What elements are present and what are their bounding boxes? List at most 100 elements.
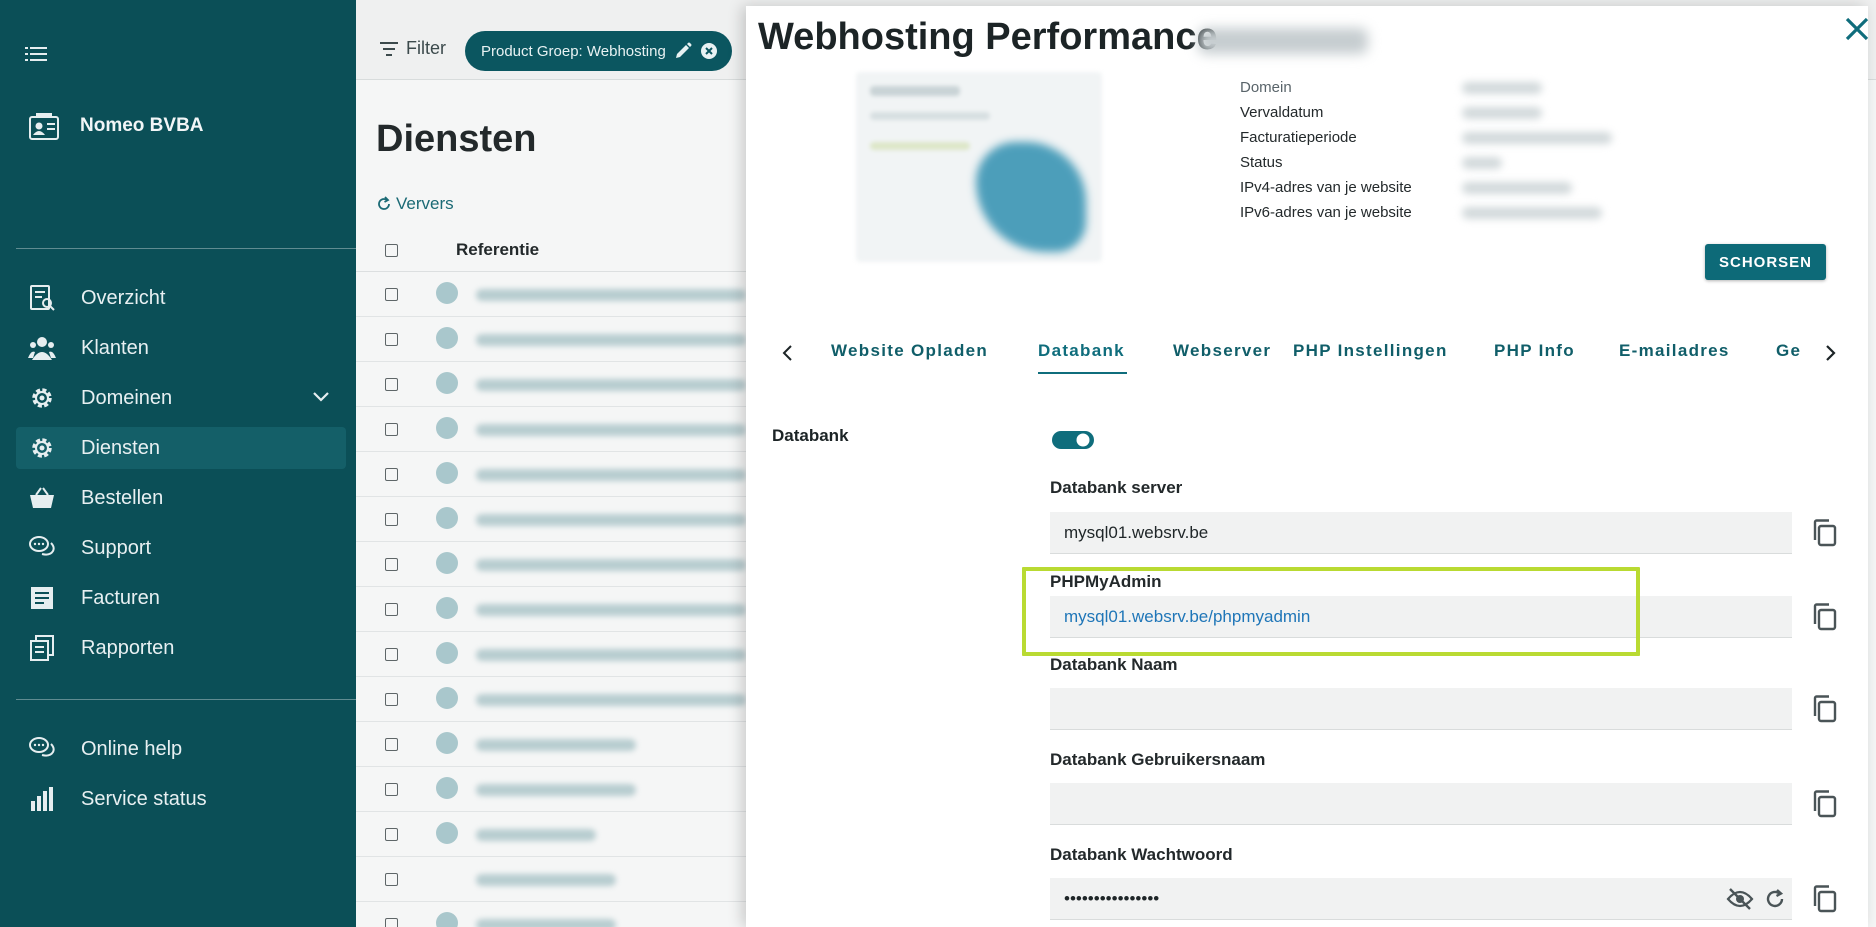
sidebar-item-facturen[interactable]: Facturen <box>16 577 346 619</box>
table-row[interactable] <box>356 587 756 632</box>
page-title: Diensten <box>376 118 537 160</box>
row-checkbox[interactable] <box>385 648 398 661</box>
sidebar-item-klanten[interactable]: Klanten <box>16 327 346 369</box>
redacted-value <box>1462 207 1602 219</box>
tab-webserver[interactable]: Webserver <box>1173 341 1271 361</box>
sidebar-item-label: Service status <box>81 787 207 810</box>
tab-php-info[interactable]: PHP Info <box>1494 341 1575 361</box>
gear-icon <box>32 438 52 458</box>
row-checkbox[interactable] <box>385 603 398 616</box>
redacted-value <box>1462 132 1612 144</box>
refresh-button[interactable]: Ververs <box>376 194 454 214</box>
tab-php-instellingen[interactable]: PHP Instellingen <box>1293 341 1448 361</box>
copy-icon[interactable] <box>1810 518 1840 548</box>
database-username-field[interactable] <box>1050 783 1792 825</box>
copy-icon[interactable] <box>1810 884 1840 914</box>
table-row[interactable] <box>356 767 756 812</box>
filter-button[interactable]: Filter <box>380 38 446 59</box>
table-row[interactable] <box>356 272 756 317</box>
table-row[interactable] <box>356 362 756 407</box>
row-checkbox[interactable] <box>385 333 398 346</box>
sidebar-item-domeinen[interactable]: Domeinen <box>16 377 346 419</box>
redacted-value <box>1462 182 1572 194</box>
eye-off-icon[interactable] <box>1726 887 1754 911</box>
table-row[interactable] <box>356 902 756 927</box>
sidebar-item-rapporten[interactable]: Rapporten <box>16 627 346 669</box>
thumb-map <box>976 142 1086 252</box>
table-row[interactable] <box>356 722 756 767</box>
table-row[interactable] <box>356 677 756 722</box>
row-checkbox[interactable] <box>385 738 398 751</box>
filter-chip[interactable]: Product Groep: Webhosting <box>465 31 732 71</box>
redacted-reference <box>476 919 616 927</box>
pencil-icon[interactable] <box>674 42 692 60</box>
company-switcher[interactable]: Nomeo BVBA <box>28 113 204 141</box>
service-icon <box>436 822 458 844</box>
sidebar-item-diensten[interactable]: Diensten <box>16 427 346 469</box>
suspend-button[interactable]: SCHORSEN <box>1705 244 1826 280</box>
sidebar-item-overzicht[interactable]: Overzicht <box>16 277 346 319</box>
table-row[interactable] <box>356 857 756 902</box>
sidebar-divider <box>16 699 356 700</box>
tab-ge[interactable]: Ge <box>1776 341 1801 361</box>
service-info: Domein Vervaldatum Facturatieperiode Sta… <box>1240 75 1612 225</box>
sidebar-item-online-help[interactable]: Online help <box>16 728 346 770</box>
gear-icon <box>32 388 52 408</box>
database-name-field[interactable] <box>1050 688 1792 730</box>
service-icon <box>436 282 458 304</box>
copy-icon[interactable] <box>1810 694 1840 724</box>
table-row[interactable] <box>356 497 756 542</box>
row-checkbox[interactable] <box>385 288 398 301</box>
redacted-reference <box>476 514 746 526</box>
company-name: Nomeo BVBA <box>80 115 204 136</box>
row-checkbox[interactable] <box>385 423 398 436</box>
close-icon[interactable] <box>1844 16 1870 42</box>
table-row[interactable] <box>356 632 756 677</box>
filter-chip-label: Product Groep: Webhosting <box>481 42 666 60</box>
table-row[interactable] <box>356 542 756 587</box>
database-password-field[interactable]: •••••••••••••••• <box>1050 878 1792 920</box>
row-checkbox[interactable] <box>385 378 398 391</box>
table-row[interactable] <box>356 317 756 362</box>
row-checkbox[interactable] <box>385 873 398 886</box>
sidebar-item-label: Diensten <box>81 436 160 459</box>
row-checkbox[interactable] <box>385 783 398 796</box>
redacted-value <box>1462 107 1542 119</box>
copy-icon[interactable] <box>1810 602 1840 632</box>
section-label-databank: Databank <box>772 426 849 445</box>
row-checkbox[interactable] <box>385 513 398 526</box>
table-row[interactable] <box>356 407 756 452</box>
row-checkbox[interactable] <box>385 828 398 841</box>
menu-icon[interactable] <box>25 44 47 64</box>
chevron-left-icon[interactable] <box>776 341 800 365</box>
database-server-field[interactable]: mysql01.websrv.be <box>1050 512 1792 554</box>
redacted-reference <box>476 694 746 706</box>
column-header-reference: Referentie <box>456 240 540 259</box>
tab-e-mailadres[interactable]: E-mailadres <box>1619 341 1730 361</box>
sidebar-item-service-status[interactable]: Service status <box>16 778 346 820</box>
regenerate-icon[interactable] <box>1763 887 1787 911</box>
tab-website-opladen[interactable]: Website Opladen <box>831 341 988 361</box>
chat-icon <box>29 737 55 757</box>
table-row[interactable] <box>356 452 756 497</box>
redacted-reference <box>476 874 616 886</box>
table-row[interactable] <box>356 812 756 857</box>
tab-databank[interactable]: Databank <box>1038 341 1125 361</box>
row-checkbox[interactable] <box>385 558 398 571</box>
sidebar-item-bestellen[interactable]: Bestellen <box>16 477 346 519</box>
sidebar-item-support[interactable]: Support <box>16 527 346 569</box>
sidebar-item-label: Facturen <box>81 586 160 609</box>
database-toggle[interactable] <box>1052 430 1094 450</box>
copy-icon[interactable] <box>1810 789 1840 819</box>
users-icon <box>28 337 56 360</box>
close-circle-icon[interactable] <box>700 42 718 60</box>
chevron-down-icon[interactable] <box>312 390 330 404</box>
row-checkbox[interactable] <box>385 693 398 706</box>
redacted-reference <box>476 559 746 571</box>
row-checkbox[interactable] <box>385 468 398 481</box>
active-tab-indicator <box>1038 372 1127 374</box>
select-all-checkbox[interactable] <box>385 244 398 257</box>
phpmyadmin-link[interactable]: mysql01.websrv.be/phpmyadmin <box>1050 596 1792 638</box>
row-checkbox[interactable] <box>385 918 398 927</box>
chevron-right-icon[interactable] <box>1818 341 1842 365</box>
